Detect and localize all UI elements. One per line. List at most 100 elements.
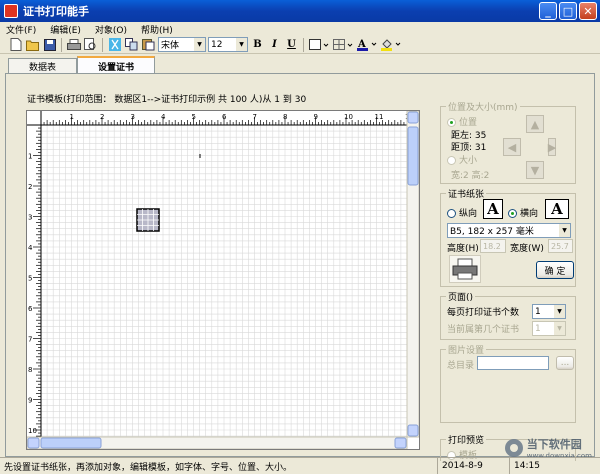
width-field[interactable]: 25.7 [548,239,573,253]
landscape-label: 横向 [520,209,539,219]
print-preview-icon[interactable] [83,37,98,52]
arrow-up-icon[interactable]: ▲ [526,115,544,133]
arrow-left-icon[interactable]: ◀ [503,138,521,156]
chevron-down-icon: ▼ [554,322,565,335]
app-icon [4,4,18,18]
ruler-h-label: 2 [100,113,104,121]
title-bar: 证书打印能手 _ □ ✕ [0,0,600,22]
ruler-h-label: 7 [253,113,257,121]
open-folder-icon[interactable] [25,37,40,52]
landscape-radio[interactable]: 横向 [508,206,538,219]
font-color-icon[interactable]: A [356,37,378,52]
chevron-down-icon: ▼ [236,38,247,51]
page-group-title: 页面() [446,290,476,303]
printer-icon[interactable] [449,255,481,283]
portrait-radio[interactable]: 纵向 [447,206,477,219]
tab-certificate-settings[interactable]: 设置证书 [77,56,156,74]
menu-file[interactable]: 文件(F) [6,23,36,36]
font-size-select[interactable]: 12 ▼ [208,37,248,52]
ruler-h-label: 11 [375,113,384,121]
paper-group-title: 证书纸张 [446,187,487,200]
top-offset: 距顶: 31 [451,143,487,153]
size-radio[interactable]: 大小 [447,153,477,166]
print-icon[interactable] [66,37,81,52]
radio-icon [447,156,456,165]
tab-data-table[interactable]: 数据表 [8,58,78,74]
ruler-v-label: 10 [28,427,37,435]
portrait-label: 纵向 [459,209,478,219]
ruler-h-label: 5 [192,113,196,121]
ruler-v-label: 7 [28,336,32,344]
toolbar: 宋体 ▼ 12 ▼ B I U A [0,36,600,54]
grid-lines-icon[interactable] [332,37,354,52]
ruler-h-label: 8 [283,113,287,121]
ruler-v-label: 5 [28,275,32,283]
status-hint: 先设置证书纸张，再添加对象，编辑模板，如字体、字号、位置、大小。 [0,458,438,474]
arrow-right-icon[interactable]: ▶ [548,138,556,156]
browse-button[interactable]: ... [556,356,574,370]
save-icon[interactable] [42,37,57,52]
ruler-v-label: 2 [28,183,32,191]
per-page-value: 1 [535,306,541,317]
portrait-page-icon: A [483,199,503,219]
image-dir-field[interactable] [477,356,549,370]
scroll-left-button [27,437,40,449]
status-time: 14:15 [514,461,540,471]
confirm-paper-button[interactable]: 确 定 [536,261,574,279]
paste-icon[interactable] [141,37,156,52]
chevron-down-icon: ▼ [554,305,565,318]
ruler-v-label: 8 [28,366,32,374]
italic-button[interactable]: I [267,37,282,52]
ruler-h-label: 9 [314,113,318,121]
maximize-button[interactable]: □ [559,2,577,20]
toolbar-separator [303,37,304,52]
per-page-select[interactable]: 1 ▼ [532,304,566,319]
preview-group-title: 打印预览 [446,433,487,446]
ruler-h-label: 1 [70,113,74,121]
size-label: 大小 [459,156,478,166]
bold-button[interactable]: B [250,37,265,52]
border-style-icon[interactable] [308,37,330,52]
window-title: 证书打印能手 [23,5,89,18]
watermark-logo-icon [504,439,523,457]
arrow-center [526,138,544,156]
toolbar-separator [102,37,103,52]
font-name-select[interactable]: 宋体 ▼ [158,37,206,52]
arrow-down-icon[interactable]: ▼ [526,161,544,179]
per-page-label: 每页打印证书个数 [447,308,520,318]
ruler-h-label: 4 [161,113,166,121]
radio-icon [447,209,456,218]
landscape-page-icon: A [545,199,569,219]
copy-icon[interactable] [124,37,139,52]
current-cert-value: 1 [535,323,541,334]
font-name-value: 宋体 [161,41,180,51]
height-field[interactable]: 18.2 [480,239,506,253]
toolbar-separator [61,37,62,52]
radio-icon [447,118,456,127]
minimize-button[interactable]: _ [539,2,557,20]
height-label: 高度(H) [447,244,479,254]
move-arrow-pad: ▲ ◀ ▶ ▼ [499,111,556,181]
paper-size-value: B5, 182 x 257 毫米 [450,227,534,237]
ruler-v-label: 6 [28,305,33,313]
image-dir-label: 总目录 [447,361,475,371]
menu-edit[interactable]: 编辑(E) [50,23,81,36]
fill-color-icon[interactable] [380,37,402,52]
ruler-v-label: 1 [28,153,32,161]
ruler-h-label: 3 [131,113,135,121]
underline-button[interactable]: U [284,37,299,52]
paper-size-select[interactable]: B5, 182 x 257 毫米 ▼ [447,223,571,238]
template-canvas[interactable]: 12345678910111212345678910 [26,110,420,450]
cut-icon[interactable] [107,37,122,52]
new-file-icon[interactable] [8,37,23,52]
menu-help[interactable]: 帮助(H) [141,23,173,36]
menu-object[interactable]: 对象(O) [95,23,127,36]
position-radio[interactable]: 位置 [447,115,477,128]
image-group-title: 图片设置 [446,343,487,356]
current-cert-select[interactable]: 1 ▼ [532,321,566,336]
close-button[interactable]: ✕ [579,2,597,20]
ruler-v-label: 4 [28,244,33,252]
font-size-value: 12 [211,39,223,50]
ruler-h-label: 6 [222,113,227,121]
current-cert-label: 当前属第几个证书 [447,325,520,335]
